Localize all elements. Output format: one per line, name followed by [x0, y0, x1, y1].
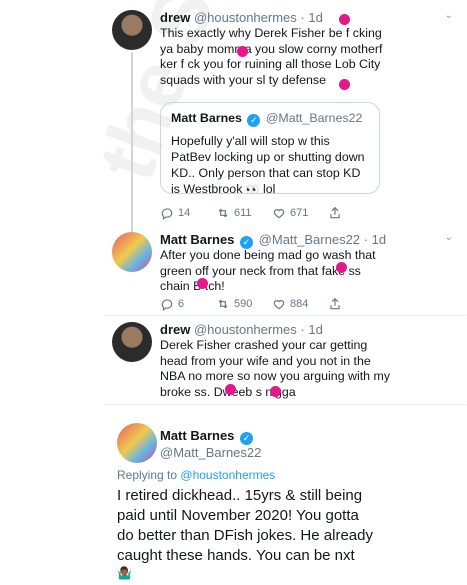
- tweet-text: This exactly why Derek Fisher be f cking…: [160, 26, 383, 87]
- quoted-author-name: Matt Barnes: [171, 111, 242, 125]
- tweet-actions: 14 611 671: [160, 206, 384, 220]
- divider: [104, 315, 466, 316]
- censor-mark: [270, 386, 281, 397]
- quoted-text: Hopefully y'all will stop w this PatBev …: [171, 133, 369, 198]
- reply-icon: [161, 208, 173, 220]
- like-count: 884: [290, 298, 309, 310]
- reply-count: 6: [178, 298, 185, 310]
- like-button[interactable]: 671: [272, 206, 328, 220]
- replying-prefix: Replying to: [117, 468, 178, 482]
- quoted-author-handle: @Matt_Barnes22: [265, 111, 363, 125]
- avatar[interactable]: [117, 423, 157, 463]
- verified-icon: ✓: [247, 114, 261, 127]
- verified-icon: ✓: [240, 432, 254, 445]
- thread-line: [131, 52, 133, 235]
- eyes-emoji: 👀: [245, 184, 260, 196]
- retweet-icon: [218, 208, 228, 218]
- heart-icon: [273, 300, 285, 310]
- tweet-text: I retired dickhead.. 15yrs & still being…: [117, 487, 373, 564]
- author-handle[interactable]: @houstonhermes: [194, 322, 297, 337]
- retweet-count: 590: [234, 298, 253, 310]
- author-handle[interactable]: @Matt_Barnes22: [259, 232, 360, 247]
- share-icon: [330, 206, 340, 219]
- retweet-button[interactable]: 611: [216, 206, 272, 220]
- timestamp[interactable]: · 1d: [364, 232, 386, 247]
- heart-icon: [273, 209, 285, 219]
- like-count: 671: [290, 207, 309, 219]
- author-name[interactable]: Matt Barnes: [160, 232, 234, 247]
- censor-mark: [336, 262, 347, 273]
- share-icon: [330, 297, 340, 310]
- author-name[interactable]: Matt Barnes: [160, 428, 234, 443]
- reply-count: 14: [178, 207, 191, 219]
- replying-to-handle[interactable]: @houstonhermes: [180, 468, 275, 482]
- avatar[interactable]: [112, 232, 152, 272]
- reply-icon: [161, 299, 173, 311]
- tweet-header: Matt Barnes ✓ @Matt_Barnes22: [160, 428, 261, 460]
- shrug-emoji: 🤷🏾‍♂️: [117, 566, 132, 580]
- author-handle[interactable]: @houstonhermes: [194, 10, 297, 25]
- quoted-tweet[interactable]: Matt Barnes ✓ @Matt_Barnes22 Hopefully y…: [160, 102, 380, 196]
- avatar[interactable]: [112, 10, 152, 50]
- author-handle[interactable]: @Matt_Barnes22: [160, 445, 261, 460]
- chevron-down-icon[interactable]: ⌄: [445, 232, 453, 243]
- divider: [104, 404, 466, 405]
- censor-mark: [339, 14, 350, 25]
- censor-mark: [339, 79, 350, 90]
- censor-mark: [197, 278, 208, 289]
- timestamp[interactable]: · 1d: [300, 322, 322, 337]
- tweet-actions: 6 590 884: [160, 297, 384, 311]
- share-button[interactable]: [328, 206, 384, 220]
- retweet-button[interactable]: 590: [216, 297, 272, 311]
- chevron-down-icon[interactable]: ⌄: [445, 10, 453, 21]
- author-name[interactable]: drew: [160, 10, 190, 25]
- like-button[interactable]: 884: [272, 297, 328, 311]
- tweet-text: After you done being mad go wash that gr…: [160, 248, 376, 293]
- retweet-count: 611: [234, 207, 252, 219]
- retweet-icon: [218, 299, 228, 309]
- tweet-header: drew @houstonhermes · 1d: [160, 322, 323, 337]
- author-name[interactable]: drew: [160, 322, 190, 337]
- timestamp[interactable]: · 1d: [300, 10, 322, 25]
- censor-mark: [237, 46, 248, 57]
- quoted-text-suffix: lol: [263, 182, 276, 196]
- tweet-header: drew @houstonhermes · 1d: [160, 10, 323, 25]
- censor-mark: [225, 384, 236, 395]
- replying-to: Replying to @houstonhermes: [117, 468, 275, 482]
- reply-button[interactable]: 14: [160, 206, 216, 220]
- avatar[interactable]: [112, 322, 152, 362]
- tweet-header: Matt Barnes ✓ @Matt_Barnes22 · 1d: [160, 232, 386, 249]
- share-button[interactable]: [328, 297, 384, 311]
- reply-button[interactable]: 6: [160, 297, 216, 311]
